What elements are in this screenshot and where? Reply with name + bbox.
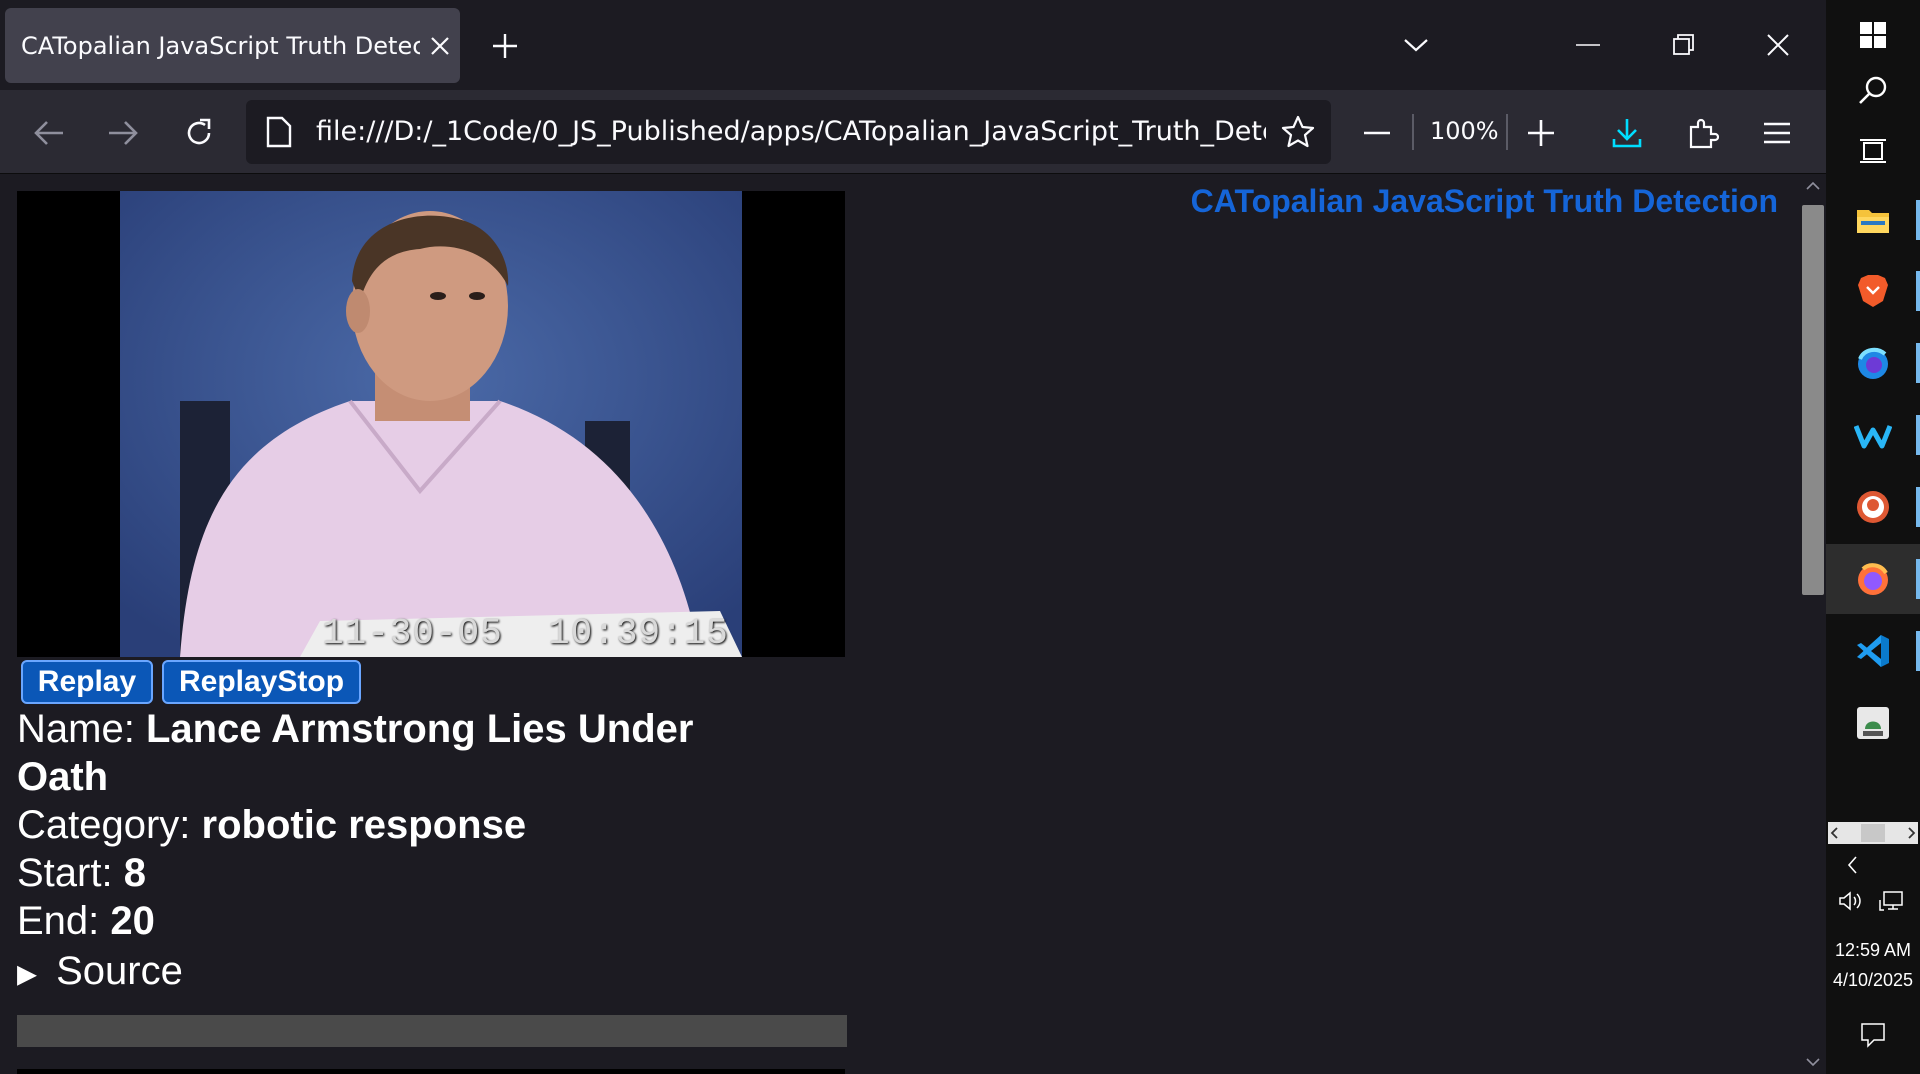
video-still-image — [120, 191, 742, 657]
clock-time[interactable]: 12:59 AM — [1826, 940, 1920, 961]
bookmark-star-icon[interactable] — [1280, 114, 1316, 154]
minimize-icon[interactable] — [1558, 20, 1618, 70]
duckduckgo-icon[interactable] — [1826, 472, 1920, 542]
taskbar-scroll-thumb[interactable] — [1861, 824, 1885, 842]
task-view-icon[interactable] — [1826, 116, 1920, 186]
video-timestamp: 11-30-05 10:39:15 — [322, 613, 729, 654]
source-details[interactable]: ▶ Source — [17, 947, 183, 997]
separator — [1412, 114, 1414, 150]
app-title: CATopalian JavaScript Truth Detection — [1190, 183, 1778, 219]
zoom-level[interactable]: 100% — [1430, 108, 1499, 154]
restore-icon[interactable] — [1654, 20, 1714, 70]
tab-title: CATopalian JavaScript Truth Detection — [21, 31, 420, 60]
replay-button[interactable]: Replay — [21, 660, 153, 704]
end-value: 20 — [110, 899, 155, 943]
url-bar[interactable]: file:///D:/_1Code/0_JS_Published/apps/CA… — [246, 100, 1331, 164]
new-tab-icon[interactable] — [480, 26, 530, 66]
pinned-app-icon[interactable] — [1826, 688, 1920, 758]
running-indicator — [1916, 559, 1920, 599]
tab-bar: CATopalian JavaScript Truth Detection — [0, 0, 1826, 90]
start-line: Start: 8 — [17, 849, 146, 897]
name-line: Name: Lance Armstrong Lies Under — [17, 705, 693, 753]
show-hidden-icons-chevron-icon[interactable] — [1846, 855, 1860, 879]
browser-tab[interactable]: CATopalian JavaScript Truth Detection — [5, 8, 460, 83]
back-arrow-icon[interactable] — [24, 110, 74, 156]
search-icon[interactable] — [1826, 55, 1920, 125]
zoom-out-icon[interactable] — [1352, 110, 1402, 156]
zoom-in-icon[interactable] — [1516, 110, 1566, 156]
taskbar-scroller[interactable] — [1828, 822, 1918, 844]
notifications-icon[interactable] — [1860, 1022, 1886, 1052]
name-line-continued: Oath — [17, 753, 108, 801]
running-indicator — [1916, 200, 1920, 240]
forward-arrow-icon[interactable] — [98, 110, 148, 156]
next-video-player[interactable] — [17, 1069, 845, 1074]
name-label: Name: — [17, 707, 135, 751]
volume-icon[interactable] — [1838, 890, 1864, 916]
extensions-puzzle-icon[interactable] — [1678, 110, 1728, 156]
name-value: Lance Armstrong Lies Under — [145, 707, 694, 751]
name-value-continued: Oath — [17, 755, 109, 799]
list-tabs-chevron-down-icon[interactable] — [1386, 20, 1446, 70]
download-icon[interactable] — [1602, 110, 1652, 156]
category-value: robotic response — [201, 803, 527, 847]
reload-icon[interactable] — [174, 110, 224, 156]
close-window-icon[interactable] — [1748, 20, 1808, 70]
source-summary[interactable]: Source — [56, 949, 183, 993]
progress-bar — [17, 1015, 847, 1047]
page-content: CATopalian JavaScript Truth Detection 11… — [0, 175, 1800, 1074]
end-label: End: — [17, 899, 100, 943]
running-indicator — [1916, 415, 1920, 455]
disclosure-triangle-icon[interactable]: ▶ — [17, 958, 37, 988]
url-text[interactable]: file:///D:/_1Code/0_JS_Published/apps/CA… — [316, 100, 1266, 164]
clock-date[interactable]: 4/10/2025 — [1826, 970, 1920, 991]
file-explorer-icon[interactable] — [1826, 185, 1920, 255]
waterfox-icon[interactable] — [1826, 400, 1920, 470]
replay-stop-button[interactable]: ReplayStop — [162, 660, 361, 704]
running-indicator — [1916, 271, 1920, 311]
windows-taskbar: 12:59 AM 4/10/2025 — [1826, 0, 1920, 1074]
category-label: Category: — [17, 803, 191, 847]
category-line: Category: robotic response — [17, 801, 526, 849]
vs-code-icon[interactable] — [1826, 616, 1920, 686]
menu-hamburger-icon[interactable] — [1752, 110, 1802, 156]
separator — [1506, 114, 1508, 150]
page-scrollbar[interactable] — [1800, 175, 1826, 1074]
browser-window: CATopalian JavaScript Truth Detection — [0, 0, 1826, 1074]
start-label: Start: — [17, 851, 113, 895]
running-indicator — [1916, 631, 1920, 671]
firefox-icon[interactable] — [1826, 544, 1920, 614]
scroll-up-icon[interactable] — [1806, 181, 1820, 191]
brave-browser-icon[interactable] — [1826, 256, 1920, 326]
start-value: 8 — [123, 851, 146, 895]
page-document-icon — [266, 116, 292, 152]
network-icon[interactable] — [1878, 890, 1904, 916]
end-line: End: 20 — [17, 897, 155, 945]
scroll-down-icon[interactable] — [1806, 1057, 1820, 1067]
scroll-right-icon[interactable] — [1904, 826, 1918, 840]
scroll-thumb[interactable] — [1802, 205, 1824, 595]
firefox-developer-icon[interactable] — [1826, 328, 1920, 398]
scroll-left-icon[interactable] — [1828, 826, 1842, 840]
video-frame — [120, 191, 742, 657]
video-player[interactable]: 11-30-05 10:39:15 — [17, 191, 845, 657]
running-indicator — [1916, 487, 1920, 527]
navigation-toolbar: file:///D:/_1Code/0_JS_Published/apps/CA… — [0, 90, 1826, 174]
close-tab-icon[interactable] — [420, 26, 460, 66]
running-indicator — [1916, 343, 1920, 383]
